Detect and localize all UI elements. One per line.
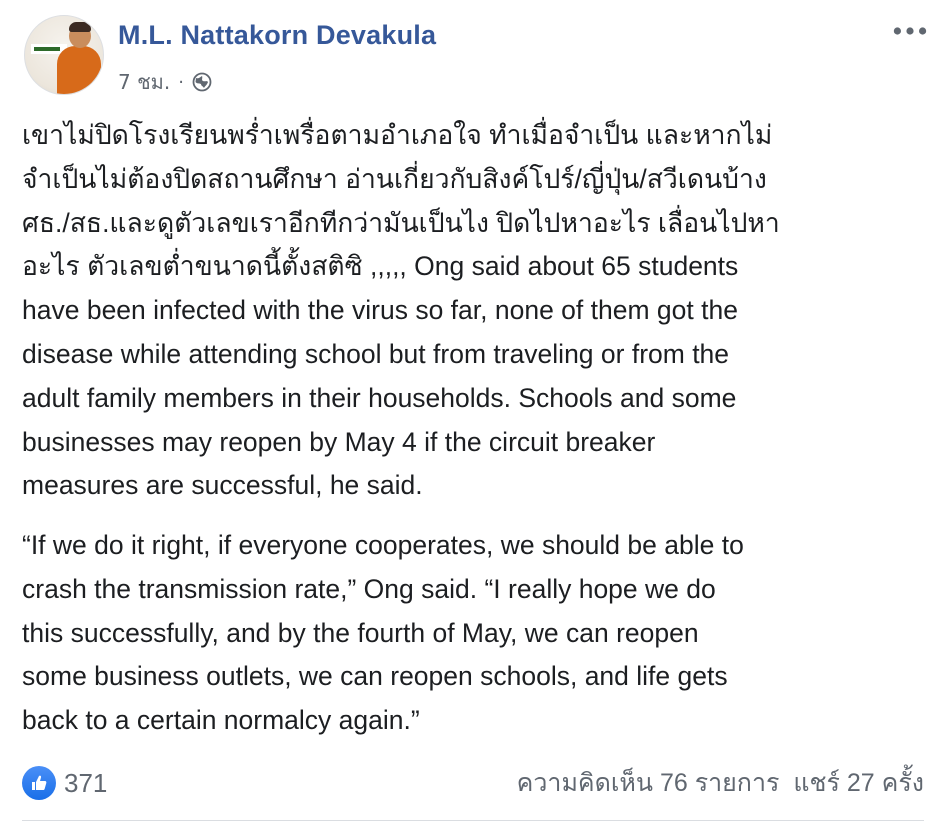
more-options-button[interactable] xyxy=(890,16,930,46)
facebook-post: M.L. Nattakorn Devakula 7 ชม. · เขาไม่ปิ… xyxy=(0,0,944,834)
engagement-stats: ความคิดเห็น 76 รายการ แชร์ 27 ครั้ง xyxy=(517,763,924,803)
text-line: measures are successful, he said. xyxy=(22,470,423,501)
post-text-paragraph-2: “If we do it right, if everyone cooperat… xyxy=(22,524,928,743)
author-name[interactable]: M.L. Nattakorn Devakula xyxy=(118,20,436,51)
avatar-figure-hair xyxy=(69,22,91,32)
text-line: have been infected with the virus so far… xyxy=(22,295,738,326)
text-line: อะไร ตัวเลขต่ำขนาดนี้ตั้งสติซิ ,,,,, Ong… xyxy=(22,251,739,282)
post-footer: 371 ความคิดเห็น 76 รายการ แชร์ 27 ครั้ง xyxy=(22,760,924,806)
shares-count-link[interactable]: แชร์ 27 ครั้ง xyxy=(793,763,924,803)
post-text-paragraph-1: เขาไม่ปิดโรงเรียนพร่ำเพรื่อตามอำเภอใจ ทำ… xyxy=(22,114,928,508)
thumbs-up-icon xyxy=(22,766,56,800)
post-time[interactable]: 7 ชม. xyxy=(118,66,170,98)
text-line: businesses may reopen by May 4 if the ci… xyxy=(22,426,656,457)
like-count: 371 xyxy=(64,767,108,798)
text-line: เขาไม่ปิดโรงเรียนพร่ำเพรื่อตามอำเภอใจ ทำ… xyxy=(22,120,773,150)
text-line: disease while attending school but from … xyxy=(22,338,730,369)
text-line: “If we do it right, if everyone cooperat… xyxy=(22,530,744,560)
text-line: some business outlets, we can reopen sch… xyxy=(22,661,728,692)
footer-divider xyxy=(22,820,924,821)
comments-count-link[interactable]: ความคิดเห็น 76 รายการ xyxy=(517,763,780,803)
post-meta: 7 ชม. · xyxy=(118,66,212,98)
text-line: adult family members in their households… xyxy=(22,382,737,413)
text-line: this successfully, and by the fourth of … xyxy=(22,617,699,648)
text-line: back to a certain normalcy again.” xyxy=(22,705,420,736)
avatar[interactable] xyxy=(24,15,104,95)
globe-icon[interactable] xyxy=(192,72,212,92)
reactions-summary[interactable]: 371 xyxy=(22,766,107,800)
text-line: ศธ./สธ.และดูตัวเลขเราอีกทีกว่ามันเป็นไง … xyxy=(22,207,780,238)
meta-separator: · xyxy=(178,71,184,93)
avatar-figure-body xyxy=(57,46,101,94)
text-line: จำเป็นไม่ต้องปิดสถานศึกษา อ่านเกี่ยวกับส… xyxy=(22,163,767,194)
text-line: crash the transmission rate,” Ong said. … xyxy=(22,573,716,604)
ellipsis-icon xyxy=(893,27,927,35)
